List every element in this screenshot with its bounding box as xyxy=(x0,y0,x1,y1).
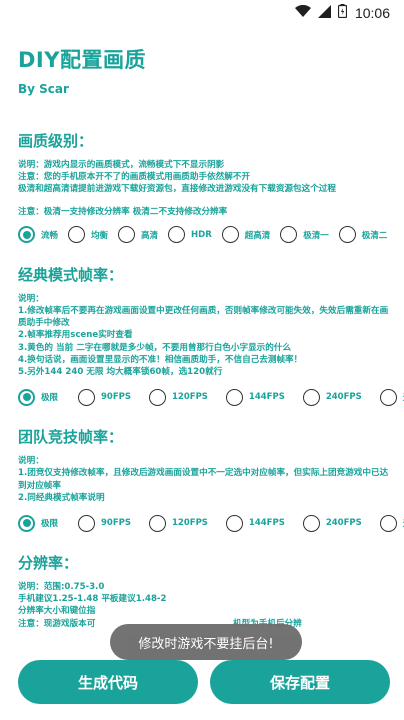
radio-icon[interactable] xyxy=(118,226,136,244)
radio-label: 极限 xyxy=(41,393,59,404)
radio-label: 120FPS xyxy=(172,518,208,529)
resolution-note: 分辨率大小和键位指 xyxy=(18,606,96,617)
app-subtitle: By Scar xyxy=(18,82,69,96)
radio-label: 超高清 xyxy=(244,230,271,241)
radio-label: 极限 xyxy=(41,519,59,530)
wifi-icon xyxy=(294,4,311,21)
classic-fps-radio-group: 极限 90FPS 120FPS 144FPS 240FPS 无限 xyxy=(18,386,404,408)
quality-note: 极清和超高清请提前进游戏下载好资源包，直接修改进游戏没有下载资源包这个过程 xyxy=(18,184,336,195)
quality-option-smooth[interactable]: 流畅 xyxy=(18,226,59,244)
radio-icon[interactable] xyxy=(78,388,96,406)
radio-label: 120FPS xyxy=(172,392,208,403)
radio-label: 高清 xyxy=(141,230,159,241)
resolution-title: 分辨率： xyxy=(18,554,79,573)
classic-fps-section: 经典模式帧率： 说明： 1.修改帧率后不要再在游戏画面设置中更改任何画质，否则帧… xyxy=(18,264,404,408)
classic-fps-option-240[interactable]: 240FPS xyxy=(302,388,362,406)
classic-fps-title: 经典模式帧率： xyxy=(18,265,124,284)
radio-icon[interactable] xyxy=(302,388,320,406)
status-icons xyxy=(294,4,348,22)
radio-icon[interactable] xyxy=(225,388,243,406)
radio-checked-icon[interactable] xyxy=(18,388,35,406)
status-bar: 10:06 xyxy=(0,0,404,26)
team-fps-option-unlimited[interactable]: 无限 xyxy=(379,514,404,532)
team-fps-option-240[interactable]: 240FPS xyxy=(302,514,362,532)
classic-fps-note: 2.帧率推荐用scene实时查看 xyxy=(18,330,133,341)
team-fps-option-extreme[interactable]: 极限 xyxy=(18,514,59,532)
classic-fps-note: 说明： xyxy=(18,293,44,304)
resolution-note: 手机建议1.25-1.48 平板建议1.48-2 xyxy=(18,594,167,605)
radio-icon[interactable] xyxy=(225,514,243,532)
radio-icon[interactable] xyxy=(302,514,320,532)
radio-icon[interactable] xyxy=(338,226,356,244)
radio-icon[interactable] xyxy=(379,388,397,406)
quality-title: 画质级别： xyxy=(18,132,94,150)
quality-option-hdr[interactable]: HDR xyxy=(168,226,212,244)
team-fps-option-144[interactable]: 144FPS xyxy=(225,514,285,532)
radio-icon[interactable] xyxy=(78,514,96,532)
radio-label: 90FPS xyxy=(101,392,132,403)
radio-icon[interactable] xyxy=(149,514,167,532)
quality-option-extreme-2[interactable]: 极清二 xyxy=(338,226,388,244)
radio-checked-icon[interactable] xyxy=(18,514,35,532)
classic-fps-option-90[interactable]: 90FPS xyxy=(78,388,132,406)
team-fps-title: 团队竞技帧率： xyxy=(18,428,124,447)
bottom-action-bar: 生成代码 保存配置 xyxy=(0,660,404,720)
app-title: DIY配置画质 xyxy=(18,48,146,72)
quality-section: 画质级别： 说明：游戏内显示的画质模式，流畅模式下不显示阴影 注意：您的手机原本… xyxy=(18,130,390,246)
classic-fps-note: 5.另外144 240 无限 均大概率锁60帧，选120就行 xyxy=(18,367,223,378)
radio-label: 流畅 xyxy=(41,230,59,241)
settings-content[interactable]: 画质级别： 说明：游戏内显示的画质模式，流畅模式下不显示阴影 注意：您的手机原本… xyxy=(18,130,404,648)
team-fps-note: 2.同经典模式帧率说明 xyxy=(18,492,105,503)
quality-radio-group: 流畅 均衡 高清 HDR 超高清 极清一 极清二 xyxy=(18,224,390,246)
team-fps-radio-group: 极限 90FPS 120FPS 144FPS 240FPS 无限 xyxy=(18,512,404,534)
quality-note: 注意：您的手机原本开不了的画质模式用画质助手依然解不开 xyxy=(18,172,251,183)
classic-fps-note: 3.黄色的 当前 二字在哪就是多少帧，不要用曾那行白色小字显示的什么 xyxy=(18,342,292,353)
radio-label: 144FPS xyxy=(248,518,285,529)
quality-note: 说明：游戏内显示的画质模式，流畅模式下不显示阴影 xyxy=(18,160,225,170)
signal-icon xyxy=(317,4,331,22)
radio-icon[interactable] xyxy=(68,226,86,244)
team-fps-section: 团队竞技帧率： 说明： 1.团竞仅支持修改帧率，且修改后游戏画面设置中不一定选中… xyxy=(18,426,404,534)
generate-code-button[interactable]: 生成代码 xyxy=(18,660,198,704)
radio-checked-icon[interactable] xyxy=(18,226,35,244)
radio-label: 90FPS xyxy=(101,518,132,529)
status-time: 10:06 xyxy=(354,5,390,21)
radio-icon[interactable] xyxy=(379,514,397,532)
radio-label: 240FPS xyxy=(325,518,362,529)
battery-icon xyxy=(337,4,348,22)
quality-extra-note: 注意：极清一支持修改分辨率 极清二不支持修改分辨率 xyxy=(18,206,228,217)
quality-option-uhd[interactable]: 超高清 xyxy=(221,226,271,244)
toast-message: 修改时游戏不要挂后台! xyxy=(110,624,302,660)
team-fps-option-120[interactable]: 120FPS xyxy=(149,514,208,532)
radio-label: 144FPS xyxy=(248,392,285,403)
classic-fps-note: 1.修改帧率后不要再在游戏画面设置中更改任何画质，否则帧率修改可能失效，失效后需… xyxy=(18,306,389,329)
radio-icon[interactable] xyxy=(168,226,186,244)
radio-icon[interactable] xyxy=(221,226,239,244)
team-fps-note: 说明： xyxy=(18,456,44,467)
classic-fps-option-144[interactable]: 144FPS xyxy=(225,388,285,406)
quality-option-balanced[interactable]: 均衡 xyxy=(68,226,109,244)
app-header: DIY配置画质 By Scar xyxy=(18,44,146,96)
team-fps-option-90[interactable]: 90FPS xyxy=(78,514,132,532)
quality-option-extreme-1[interactable]: 极清一 xyxy=(280,226,329,244)
radio-label: 极清二 xyxy=(361,230,388,241)
radio-label: HDR xyxy=(191,229,212,240)
radio-icon[interactable] xyxy=(149,388,167,406)
quality-option-hd[interactable]: 高清 xyxy=(118,226,159,244)
classic-fps-option-120[interactable]: 120FPS xyxy=(149,388,208,406)
radio-label: 240FPS xyxy=(325,392,362,403)
save-config-button[interactable]: 保存配置 xyxy=(210,660,390,704)
classic-fps-option-unlimited[interactable]: 无限 xyxy=(379,388,404,406)
radio-label: 极清一 xyxy=(303,230,329,241)
radio-label: 均衡 xyxy=(91,230,109,241)
classic-fps-option-extreme[interactable]: 极限 xyxy=(18,388,59,406)
resolution-note: 说明：范围:0.75-3.0 xyxy=(18,582,105,593)
radio-icon[interactable] xyxy=(280,226,298,244)
classic-fps-note: 4.换句话说，画面设置里显示的不准！相信画质助手，不信自己去测帧率！ xyxy=(18,354,303,365)
resolution-section: 分辨率： 说明：范围:0.75-3.0 手机建议1.25-1.48 平板建议1.… xyxy=(18,552,390,630)
team-fps-note: 1.团竞仅支持修改帧率，且修改后游戏画面设置中不一定选中对应帧率，但实际上团竞游… xyxy=(18,468,389,491)
